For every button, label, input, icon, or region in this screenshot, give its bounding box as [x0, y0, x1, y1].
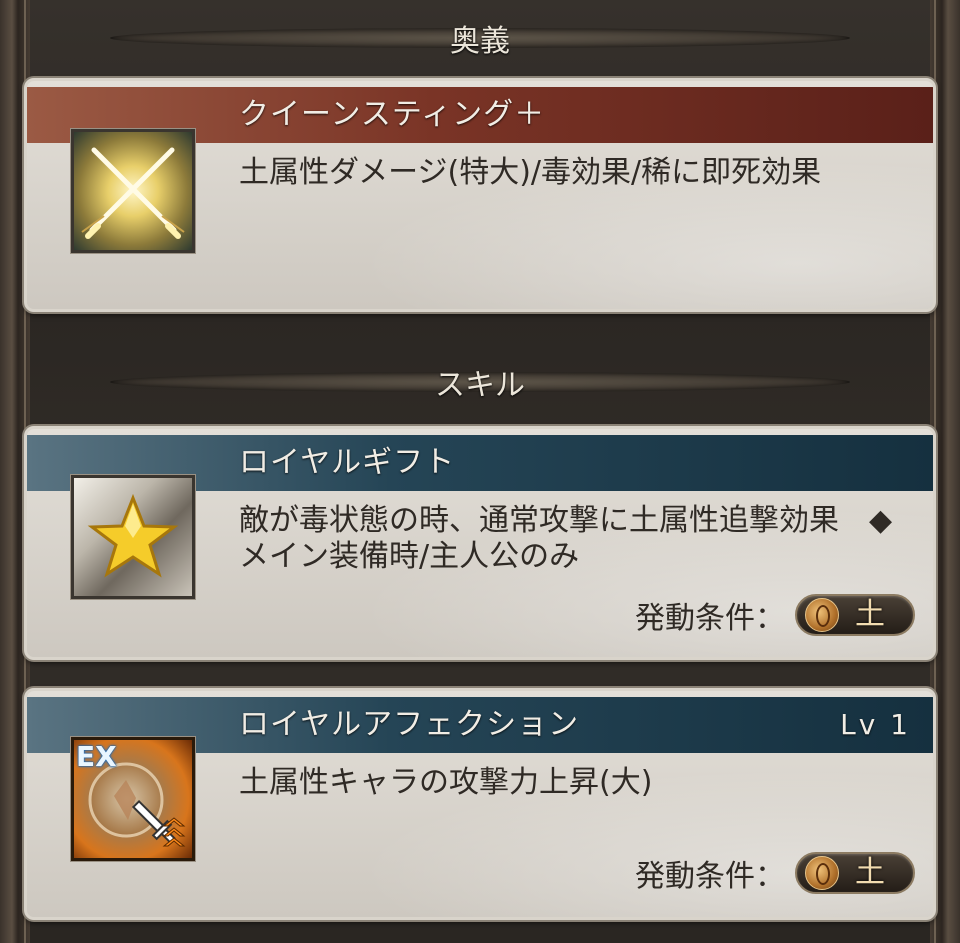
skill-name: ロイヤルギフト	[239, 445, 456, 480]
skill-description: 敵が毒状態の時、通常攻撃に土属性追撃効果 ◆メイン装備時/主人公のみ	[239, 503, 893, 574]
condition-label: 発動条件：	[635, 601, 785, 636]
condition-element: 土	[855, 597, 885, 632]
ougi-section-header: 奥義	[110, 20, 850, 59]
earth-element-badge: 土	[795, 594, 915, 636]
ex-sword-up-icon: EX	[71, 737, 195, 861]
skill-name: ロイヤルアフェクション	[239, 707, 580, 742]
condition-element: 土	[855, 855, 885, 890]
skill-section-header: スキル	[110, 364, 850, 403]
earth-orb-icon	[805, 598, 839, 632]
ougi-name: クイーンスティング＋	[239, 97, 546, 132]
ougi-description: 土属性ダメージ(特大)/毒効果/稀に即死効果	[239, 155, 822, 190]
skill-card-royal-affection[interactable]: EX ロイヤルアフェクション Lv 1 土属性キャラの攻撃力上昇(大) 発動条件…	[24, 688, 936, 920]
star-icon	[71, 475, 195, 599]
skill-description: 土属性キャラの攻撃力上昇(大)	[239, 765, 653, 800]
skill-condition: 発動条件： 土	[635, 851, 915, 895]
earth-orb-icon	[805, 856, 839, 890]
skill-condition: 発動条件： 土	[635, 593, 915, 637]
ex-badge: EX	[76, 740, 117, 773]
skill-level: Lv 1	[840, 708, 911, 741]
skill-section-title: スキル	[435, 368, 525, 403]
skill-card-royal-gift[interactable]: ロイヤルギフト 敵が毒状態の時、通常攻撃に土属性追撃効果 ◆メイン装備時/主人公…	[24, 426, 936, 660]
ougi-card[interactable]: クイーンスティング＋ 土属性ダメージ(特大)/毒効果/稀に即死効果	[24, 78, 936, 312]
condition-label: 発動条件：	[635, 859, 785, 894]
earth-element-badge: 土	[795, 852, 915, 894]
crossed-swords-icon	[71, 129, 195, 253]
ougi-section-title: 奥義	[450, 24, 510, 59]
